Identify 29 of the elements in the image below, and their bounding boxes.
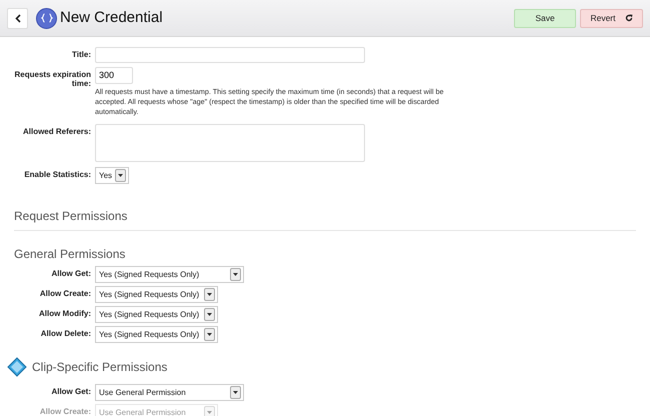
field-label: Requests expiration time: <box>14 69 92 88</box>
dropdown-select[interactable]: Yes (Signed Requests Only) <box>95 306 218 323</box>
page-title: New Credential <box>60 8 163 28</box>
refresh-icon <box>624 14 633 22</box>
back-icon <box>14 14 20 22</box>
field-label: Allowed Referers: <box>22 126 92 136</box>
title-input[interactable] <box>95 47 365 63</box>
revert-button[interactable]: Revert <box>580 8 643 28</box>
dropdown-select[interactable]: Yes <box>95 167 129 184</box>
expiration-input[interactable]: 300 <box>95 67 133 84</box>
api-braces-icon <box>36 8 57 28</box>
field-label: Enable Statistics: <box>23 169 92 179</box>
dropdown-select[interactable]: Yes (Signed Requests Only) <box>95 326 218 343</box>
field-label: Allow Create: <box>38 406 92 416</box>
back-button[interactable] <box>7 8 28 28</box>
dropdown-select[interactable]: Yes (Signed Requests Only) <box>95 286 218 303</box>
field-label: Allow Delete: <box>40 328 92 338</box>
field-label: Allow Get: <box>50 268 92 278</box>
dropdown-select[interactable]: Use General Permission <box>95 384 244 401</box>
field-label: Allow Modify: <box>38 308 92 318</box>
section-heading: General Permissions <box>14 246 126 263</box>
field-label: Allow Create: <box>38 288 92 298</box>
save-button[interactable]: Save <box>514 8 576 28</box>
dropdown-select[interactable]: Yes (Signed Requests Only) <box>95 266 244 283</box>
field-label: Title: <box>71 49 92 59</box>
referers-textarea[interactable] <box>95 124 365 162</box>
section-heading: Request Permissions <box>14 209 128 223</box>
section-heading: Clip-Specific Permissions <box>32 359 168 376</box>
field-label: Allow Get: <box>50 386 92 396</box>
